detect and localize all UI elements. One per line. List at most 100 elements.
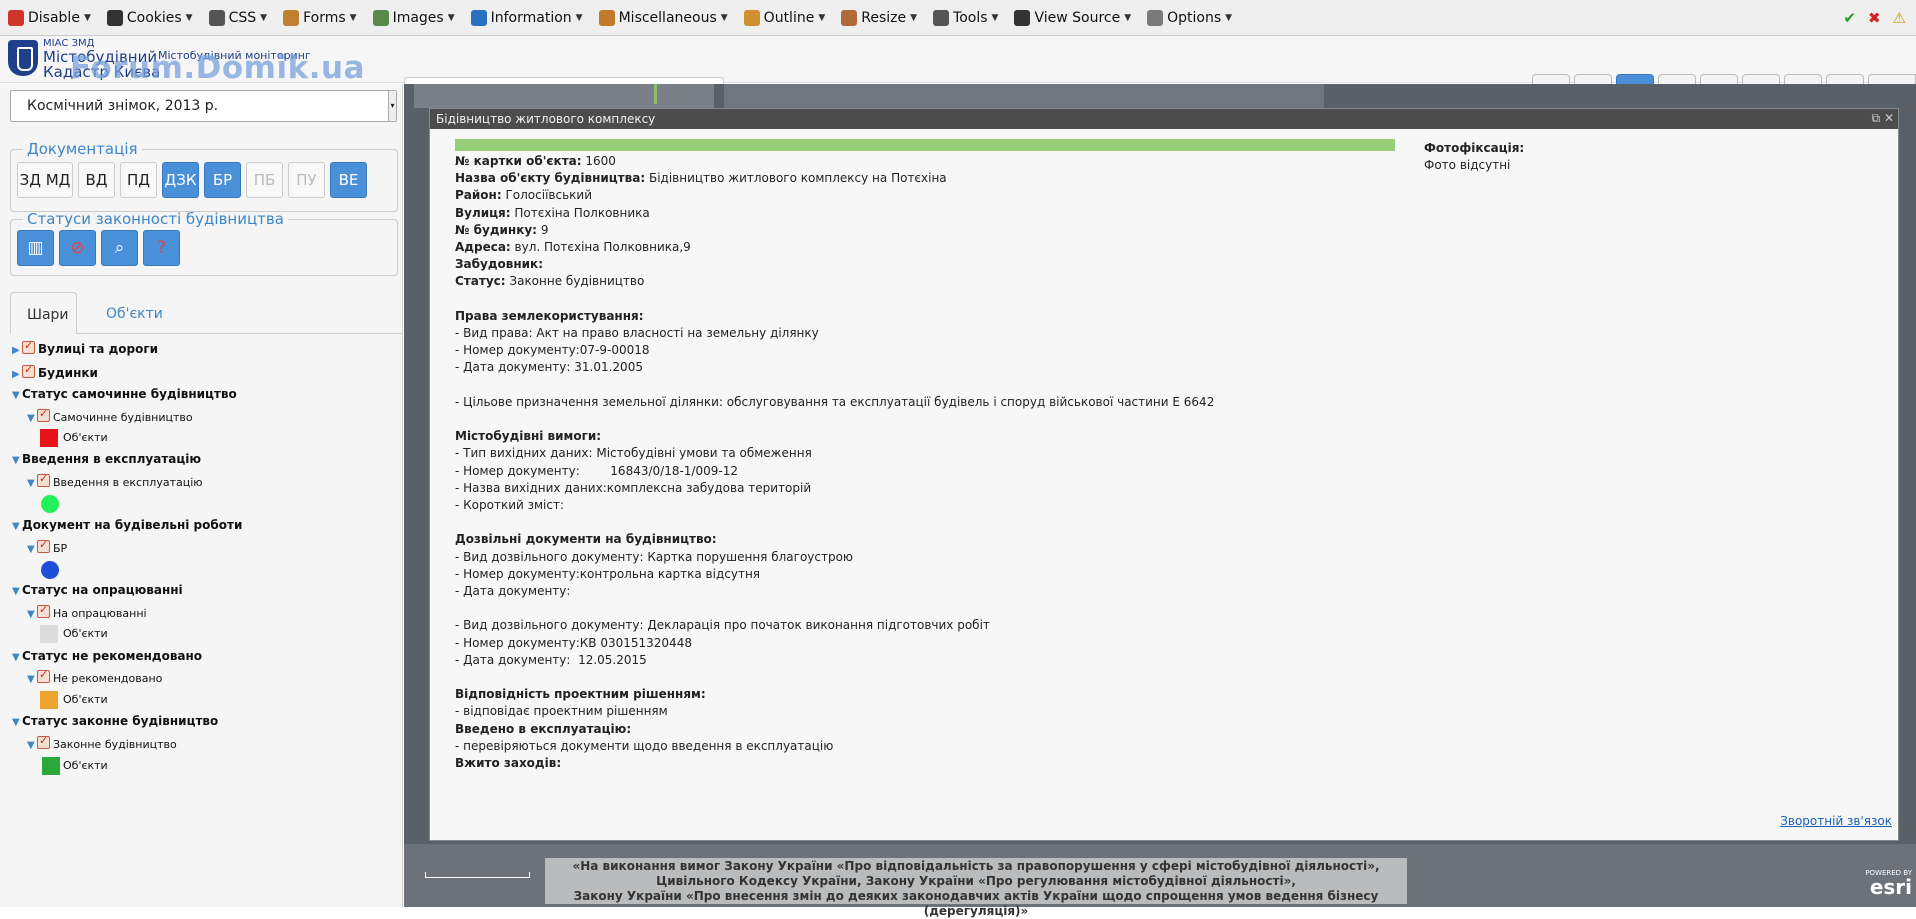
field-label: Вулиця: xyxy=(455,205,511,220)
urban-line: - Короткий зміст: xyxy=(455,498,565,513)
doc-filter-button[interactable]: ПД xyxy=(120,162,157,198)
checkbox-icon[interactable] xyxy=(22,339,35,354)
toolbar-menu-resize[interactable]: Resize ▼ xyxy=(841,9,918,26)
doc-filter-button[interactable]: ВЕ xyxy=(330,162,367,198)
toolbar-menu-css[interactable]: CSS ▼ xyxy=(208,9,267,26)
layer-streets[interactable]: ▶ Вулиці та дороги xyxy=(12,339,158,356)
field-label: Назва об'єкту будівництва: xyxy=(455,171,646,186)
sublayer-not-recommended[interactable]: ▼ Не рекомендовано xyxy=(27,668,163,685)
legend-swatch-grey xyxy=(40,625,58,643)
layer-group-legal[interactable]: ▼ Статус законне будівництво xyxy=(12,714,218,728)
field-name: Назва об'єкту будівництва: Бідівництво ж… xyxy=(455,170,1415,187)
css-icon xyxy=(208,9,225,26)
doc-filter-button[interactable]: ПУ xyxy=(288,162,325,198)
toolbar-menu-label: CSS xyxy=(228,9,257,26)
crane-icon: ▥ xyxy=(27,238,44,258)
field-label: Район: xyxy=(455,188,502,203)
toolbar-menu-tools[interactable]: Tools ▼ xyxy=(933,9,998,26)
error-icon[interactable]: ✖ xyxy=(1868,9,1881,27)
sublayer-br[interactable]: ▼ БР xyxy=(27,538,67,555)
layer-group-label: Документ на будівельні роботи xyxy=(22,518,243,532)
legend-item-label: Об'єкти xyxy=(63,759,108,772)
doc-filter-button[interactable]: БР xyxy=(204,162,241,198)
photo-section: Фотофіксація: Фото відсутні xyxy=(1424,140,1524,174)
search-status-button[interactable]: ⌕ xyxy=(101,230,138,266)
toolbar-menu-forms[interactable]: Forms ▼ xyxy=(283,9,357,26)
collapse-icon: ▼ xyxy=(27,544,35,555)
magnifier-icon: ⌕ xyxy=(114,238,125,258)
warning-icon[interactable]: ⚠ xyxy=(1893,9,1906,27)
checkbox-icon[interactable] xyxy=(37,603,50,618)
toolbar-menu-view-source[interactable]: View Source ▼ xyxy=(1014,9,1131,26)
unknown-status-button[interactable]: ? xyxy=(143,230,180,266)
status-buttons-row: ▥ ⊘ ⌕ ? xyxy=(17,230,391,266)
checkbox-icon[interactable] xyxy=(37,538,50,553)
close-icon[interactable]: ✕ xyxy=(1884,111,1894,125)
toolbar-menu-label: Cookies xyxy=(126,9,182,26)
feedback-link[interactable]: Зворотній зв'язок xyxy=(1780,814,1892,828)
sublayer-label: Не рекомендовано xyxy=(53,672,163,685)
popup-title: Бідівництво житлового комплексу xyxy=(430,109,1898,129)
dropdown-arrow-icon: ▼ xyxy=(349,12,357,23)
layer-group-not-recommended[interactable]: ▼ Статус не рекомендовано xyxy=(12,649,202,663)
urban-line: - Номер документу: 16843/0/18-1/009-12 xyxy=(455,463,738,478)
checkbox-icon[interactable] xyxy=(37,407,50,422)
doc-filter-button[interactable]: ЗД МД xyxy=(17,162,73,198)
field-label: Забудовник: xyxy=(455,257,543,272)
field-value: Бідівництво житлового комплексу на Потєх… xyxy=(648,171,947,186)
field-value: вул. Потєхіна Полковника,9 xyxy=(514,240,691,255)
checkbox-icon[interactable] xyxy=(37,734,50,749)
toolbar-menu-information[interactable]: Information ▼ xyxy=(470,9,583,26)
toolbar-menu-options[interactable]: Options ▼ xyxy=(1147,9,1233,26)
collapse-icon: ▼ xyxy=(12,717,20,728)
toolbar-menu-images[interactable]: Images ▼ xyxy=(372,9,455,26)
checkbox-icon[interactable] xyxy=(37,472,50,487)
object-info-popup: Бідівництво житлового комплексу ⧉ ✕ № ка… xyxy=(429,108,1899,841)
sublayer-commissioning[interactable]: ▼ Введення в експлуатацію xyxy=(27,472,203,489)
toolbar-menu-label: Outline xyxy=(763,9,815,26)
sublayer-label: Законне будівництво xyxy=(53,738,177,751)
toolbar-menu-cookies[interactable]: Cookies ▼ xyxy=(106,9,193,26)
dropdown-arrow-icon: ▼ xyxy=(818,12,826,23)
doc-filter-button[interactable]: ПБ xyxy=(246,162,283,198)
dropdown-arrow-icon: ▼ xyxy=(1225,12,1233,23)
layer-buildings[interactable]: ▶ Будинки xyxy=(12,363,98,380)
toolbar-menu-disable[interactable]: Disable ▼ xyxy=(8,9,91,26)
layer-group-unauthorized[interactable]: ▼ Статус самочинне будівництво xyxy=(12,387,237,401)
construction-status-button[interactable]: ▥ xyxy=(17,230,54,266)
options-icon xyxy=(1147,9,1164,26)
basemap-select[interactable]: Космічний знімок, 2013 р. ▾ xyxy=(10,90,397,122)
layer-group-processing[interactable]: ▼ Статус на опрацюванні xyxy=(12,583,183,597)
toolbar-menu-label: Options xyxy=(1167,9,1222,26)
photo-text: Фото відсутні xyxy=(1424,158,1511,172)
maximize-icon[interactable]: ⧉ xyxy=(1872,111,1881,125)
doc-filter-button[interactable]: ВД xyxy=(78,162,115,198)
toolbar-status-icons: ✔ ✖ ⚠ xyxy=(1843,9,1906,27)
toolbar-menu-outline[interactable]: Outline ▼ xyxy=(743,9,826,26)
checkbox-icon[interactable] xyxy=(22,363,35,378)
layer-group-commissioning[interactable]: ▼ Введення в експлуатацію xyxy=(12,452,201,466)
scale-bar xyxy=(425,872,530,878)
tab-layers[interactable]: Шари xyxy=(10,292,77,334)
checkbox-icon[interactable] xyxy=(37,668,50,683)
sublayer-unauthorized[interactable]: ▼ Самочинне будівництво xyxy=(27,407,193,424)
sublayer-processing[interactable]: ▼ На опрацюванні xyxy=(27,603,147,620)
dropdown-arrow-icon: ▼ xyxy=(910,12,918,23)
check-icon[interactable]: ✔ xyxy=(1843,9,1856,27)
toolbar-menu-miscellaneous[interactable]: Miscellaneous ▼ xyxy=(598,9,728,26)
disable-icon xyxy=(8,9,24,26)
notice-line: Цивільного Кодексу України, Закону Украї… xyxy=(656,874,1296,888)
legend-swatch-green-circle xyxy=(41,495,59,513)
photo-title: Фотофіксація: xyxy=(1424,141,1525,155)
illegal-status-button[interactable]: ⊘ xyxy=(59,230,96,266)
doc-filter-button[interactable]: ДЗК xyxy=(162,162,199,198)
legal-notice: «На виконання вимог Закону України «Про … xyxy=(545,858,1407,918)
field-developer: Забудовник: xyxy=(455,256,1415,273)
layer-group-construction-doc[interactable]: ▼ Документ на будівельні роботи xyxy=(12,518,242,532)
notice-line: Закону України «Про внесення змін до дея… xyxy=(573,889,1379,918)
app-header: МІАС ЗМД Містобудівний Кадастр Києва Міс… xyxy=(0,36,1916,112)
commission-line: - перевіряються документи щодо введення … xyxy=(455,738,834,753)
tab-objects[interactable]: Об'єкти xyxy=(90,292,179,334)
permit-line: - Дата документу: xyxy=(455,584,571,599)
sublayer-legal[interactable]: ▼ Законне будівництво xyxy=(27,734,177,751)
